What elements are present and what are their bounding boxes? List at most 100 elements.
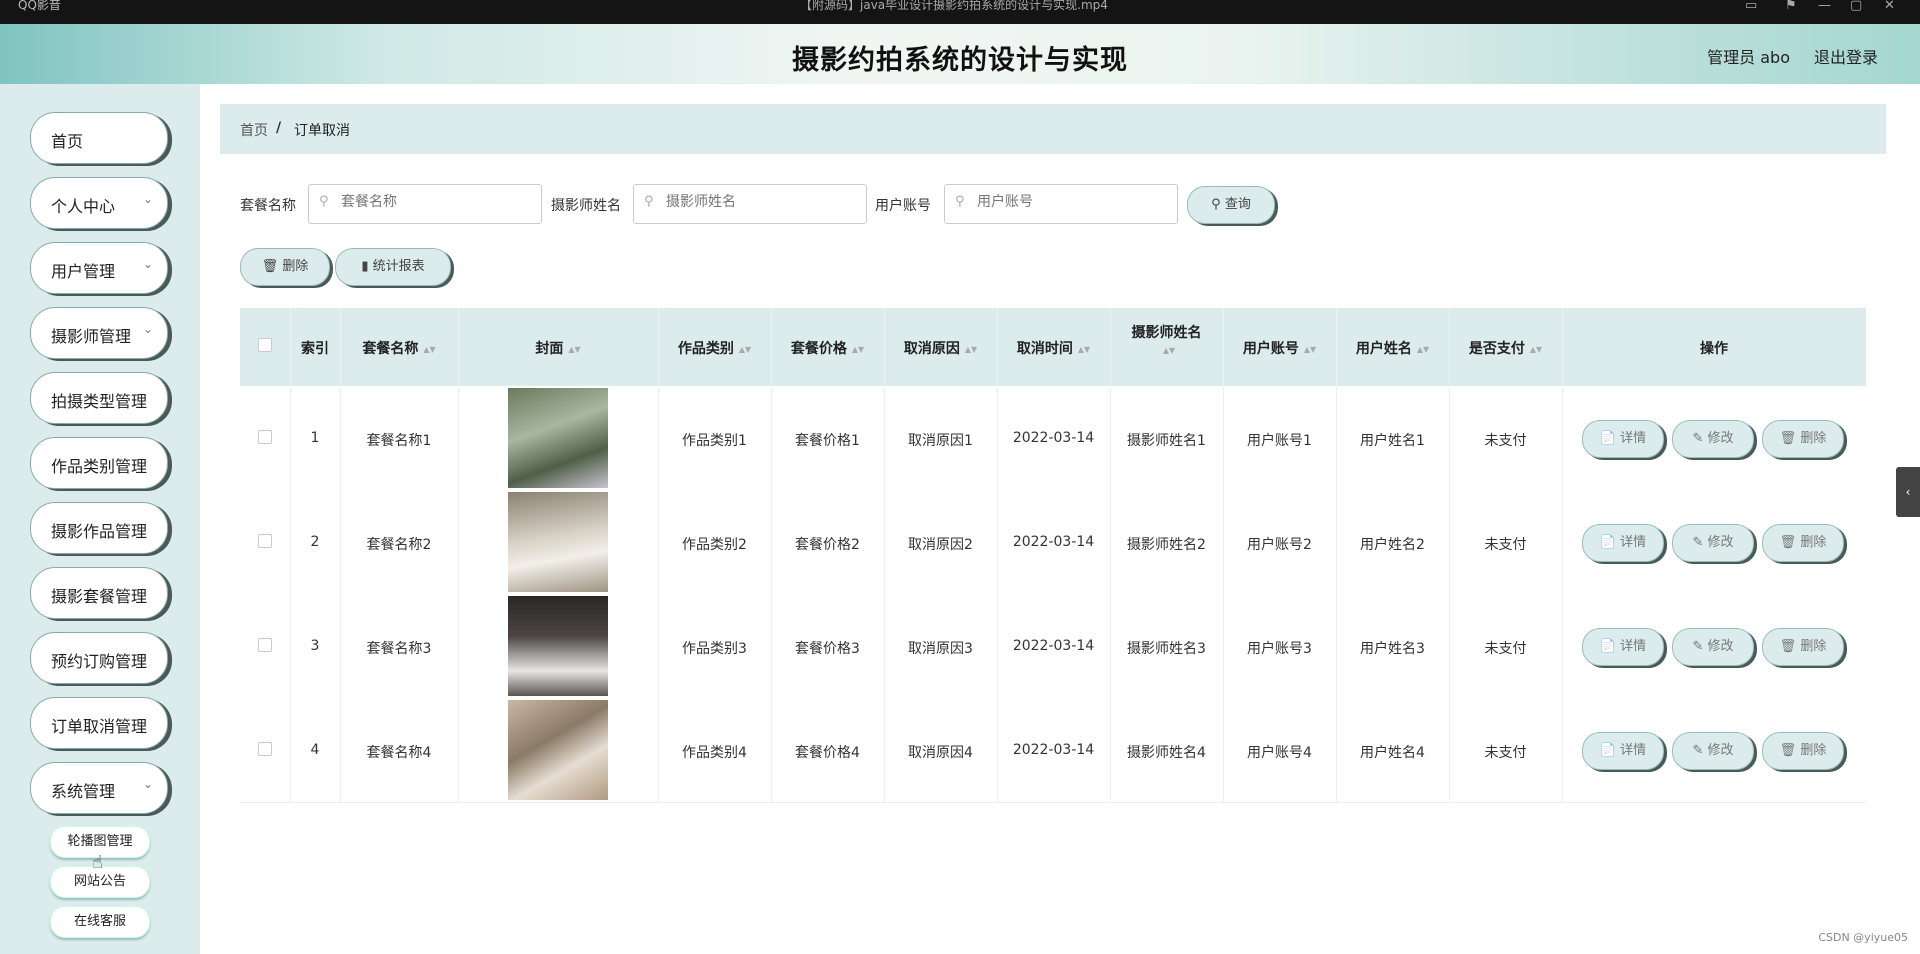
cell-price: 套餐价格4: [771, 698, 885, 802]
cell-paid: 未支付: [1449, 698, 1563, 802]
chevron-up-icon: ⌄: [142, 777, 153, 791]
header-category[interactable]: 作品类别 ▲▼: [658, 308, 772, 386]
package-name-input[interactable]: [339, 193, 523, 211]
sidebar-item-home[interactable]: 首页: [30, 112, 168, 164]
header-price[interactable]: 套餐价格 ▲▼: [771, 308, 885, 386]
header-reason[interactable]: 取消原因 ▲▼: [884, 308, 998, 386]
cell-price: 套餐价格3: [771, 594, 885, 698]
header-account[interactable]: 用户账号 ▲▼: [1223, 308, 1337, 386]
cell-time: 2022-03-14: [997, 386, 1111, 490]
cell-category: 作品类别4: [658, 698, 772, 802]
cell-username: 用户姓名4: [1336, 698, 1450, 802]
breadcrumb-current: 订单取消: [294, 123, 350, 139]
cell-time: 2022-03-14: [997, 594, 1111, 698]
sidebar-item-label: 首页: [51, 132, 84, 151]
cell-category: 作品类别2: [658, 490, 772, 594]
minimize-icon[interactable]: —: [1818, 0, 1831, 13]
cover-image: [508, 388, 608, 488]
delete-button[interactable]: 🗑 删除: [1762, 420, 1844, 458]
row-select-cell: [240, 594, 291, 698]
header-username[interactable]: 用户姓名 ▲▼: [1336, 308, 1450, 386]
detail-label: 详情: [1620, 535, 1647, 550]
query-button[interactable]: ⚲ 查询: [1187, 186, 1275, 224]
header-index: 索引: [290, 308, 341, 386]
header-cover[interactable]: 封面 ▲▼: [458, 308, 659, 386]
delete-button[interactable]: 🗑 删除: [1762, 524, 1844, 562]
cell-reason: 取消原因3: [884, 594, 998, 698]
sidebar-item-personal-center[interactable]: 个人中心 ⌄: [30, 177, 168, 229]
select-all-checkbox[interactable]: [258, 338, 272, 352]
sidebar-item-packages[interactable]: 摄影套餐管理: [30, 567, 168, 619]
user-account-field[interactable]: ⚲: [944, 184, 1178, 224]
delete-button[interactable]: 🗑 删除: [1762, 732, 1844, 770]
detail-label: 详情: [1620, 431, 1647, 446]
sidebar-item-shoot-type[interactable]: 拍摄类型管理: [30, 372, 168, 424]
detail-button[interactable]: 📄 详情: [1582, 732, 1664, 770]
edit-button[interactable]: ✎ 修改: [1672, 420, 1754, 458]
sidebar-item-user-management[interactable]: 用户管理 ⌄: [30, 242, 168, 294]
bulk-delete-button[interactable]: 🗑 删除: [240, 248, 330, 286]
sidebar-item-label: 预约订购管理: [51, 652, 148, 671]
logout-link[interactable]: 退出登录: [1814, 44, 1878, 68]
package-name-field[interactable]: ⚲: [308, 184, 542, 224]
table-row: 1 套餐名称1 作品类别1 套餐价格1 取消原因1 2022-03-14 摄影师姓名1 用户账…: [240, 386, 1866, 491]
delete-button[interactable]: 🗑 删除: [1762, 628, 1844, 666]
sidebar-item-photo-works[interactable]: 摄影作品管理: [30, 502, 168, 554]
edit-button[interactable]: ✎ 修改: [1672, 524, 1754, 562]
detail-label: 详情: [1620, 639, 1647, 654]
cell-package: 套餐名称3: [340, 594, 459, 698]
document-icon: 📄: [1599, 535, 1621, 550]
header-time[interactable]: 取消时间 ▲▼: [997, 308, 1111, 386]
cover-image: [508, 596, 608, 696]
cell-reason: 取消原因1: [884, 386, 998, 490]
cover-cell: [458, 594, 659, 698]
header-photographer[interactable]: 摄影师姓名 ▲▼: [1110, 308, 1224, 386]
row-checkbox[interactable]: [258, 534, 272, 548]
sidebar-subitem-customer-service[interactable]: 在线客服: [50, 906, 150, 938]
sidebar-item-order-cancel[interactable]: 订单取消管理: [30, 697, 168, 749]
close-icon[interactable]: ✕: [1884, 0, 1895, 13]
detail-button[interactable]: 📄 详情: [1582, 420, 1664, 458]
search-icon: ⚲: [319, 194, 329, 209]
cell-index: 1: [290, 386, 341, 490]
cell-time: 2022-03-14: [997, 490, 1111, 594]
edit-label: 修改: [1707, 535, 1734, 550]
sidebar-item-booking[interactable]: 预约订购管理: [30, 632, 168, 684]
row-checkbox[interactable]: [258, 638, 272, 652]
cover-image: [508, 492, 608, 592]
user-account-label: 用户账号: [875, 198, 931, 214]
sort-icon: ▲▼: [1162, 345, 1176, 355]
cell-category: 作品类别3: [658, 594, 772, 698]
table-row: 4 套餐名称4 作品类别4 套餐价格4 取消原因4 2022-03-14 摄影师姓名4 用户账…: [240, 698, 1866, 803]
photographer-name-input[interactable]: [664, 193, 848, 211]
detail-button[interactable]: 📄 详情: [1582, 628, 1664, 666]
user-account-input[interactable]: [975, 193, 1159, 211]
sort-icon: ▲▼: [1416, 344, 1430, 354]
header-paid[interactable]: 是否支付 ▲▼: [1449, 308, 1563, 386]
header-select-all[interactable]: [240, 308, 291, 386]
maximize-icon[interactable]: ▢: [1850, 0, 1862, 13]
sort-icon: ▲▼: [423, 344, 436, 354]
cell-paid: 未支付: [1449, 594, 1563, 698]
sidebar-item-label: 摄影师管理: [51, 327, 132, 346]
sidebar-item-work-category[interactable]: 作品类别管理: [30, 437, 168, 489]
pin-icon[interactable]: ⚑: [1785, 0, 1797, 13]
breadcrumb-home[interactable]: 首页: [240, 120, 268, 140]
edit-button[interactable]: ✎ 修改: [1672, 628, 1754, 666]
report-button[interactable]: ▮ 统计报表: [335, 248, 451, 286]
sidebar-item-label: 个人中心: [51, 197, 116, 216]
sidebar-item-label: 摄影作品管理: [51, 522, 148, 541]
header-package[interactable]: 套餐名称 ▲▼: [340, 308, 459, 386]
detail-button[interactable]: 📄 详情: [1582, 524, 1664, 562]
row-checkbox[interactable]: [258, 742, 272, 756]
photographer-name-field[interactable]: ⚲: [633, 184, 867, 224]
row-checkbox[interactable]: [258, 430, 272, 444]
sidebar-item-system[interactable]: 系统管理 ⌄: [30, 762, 168, 814]
window-icon[interactable]: ▭: [1745, 0, 1757, 13]
pencil-icon: ✎: [1692, 743, 1708, 758]
sidebar-item-photographer-management[interactable]: 摄影师管理 ⌄: [30, 307, 168, 359]
sidebar: 首页 个人中心 ⌄ 用户管理 ⌄ 摄影师管理 ⌄ 拍摄类型管理 作品类别管理 摄…: [0, 84, 200, 954]
sidebar-item-label: 作品类别管理: [51, 457, 148, 476]
edit-button[interactable]: ✎ 修改: [1672, 732, 1754, 770]
collapse-panel-tab[interactable]: ‹: [1896, 467, 1920, 517]
